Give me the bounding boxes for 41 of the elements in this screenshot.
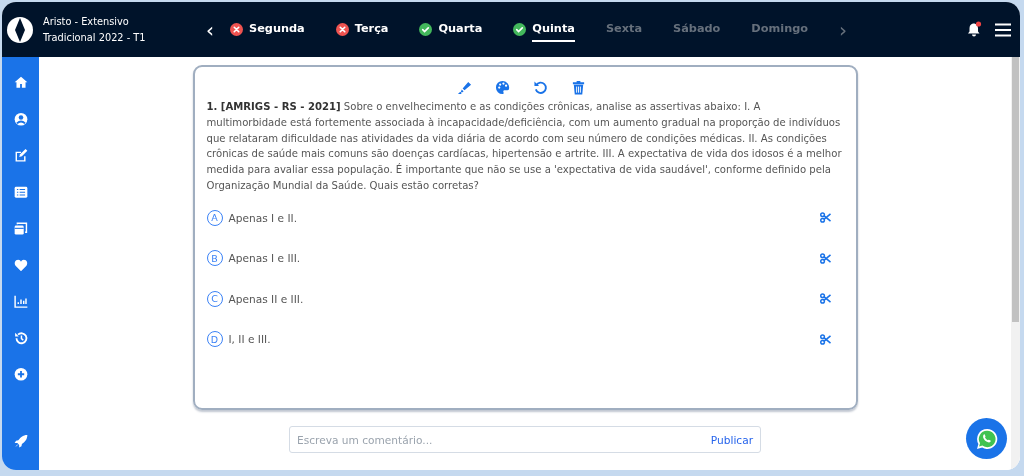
option-text[interactable]: Apenas II e III. (228, 292, 304, 305)
day-tab[interactable]: Quinta (532, 17, 575, 42)
trash-icon[interactable] (570, 80, 586, 95)
course-subtitle: Tradicional 2022 - T1 (43, 30, 147, 45)
highlighter-icon[interactable] (456, 80, 472, 95)
scissors-icon[interactable] (819, 252, 831, 264)
next-button[interactable]: › (839, 19, 854, 40)
scissors-icon[interactable] (819, 293, 831, 305)
menu-icon[interactable] (995, 22, 1011, 37)
scissors-icon[interactable] (819, 333, 831, 345)
rocket-icon[interactable] (12, 433, 29, 448)
logo-icon (6, 15, 34, 44)
bar-chart-icon[interactable] (12, 294, 29, 309)
cards-icon[interactable] (12, 221, 29, 236)
day-tab[interactable]: Terça (354, 17, 389, 42)
whatsapp-button[interactable] (966, 418, 1007, 459)
list-icon[interactable] (12, 184, 29, 199)
scrollbar[interactable] (1011, 57, 1020, 470)
wrong-icon (335, 23, 349, 36)
bell-icon[interactable] (966, 21, 982, 38)
chat-icon (974, 426, 999, 451)
previous-button[interactable]: ‹ (206, 19, 220, 40)
palette-icon[interactable] (494, 80, 510, 95)
option-text[interactable]: Apenas I e II. (228, 211, 298, 224)
comment-field[interactable]: Escreva um comentário... Publicar (289, 426, 761, 453)
plus-icon[interactable] (12, 367, 29, 382)
scissors-icon[interactable] (819, 212, 831, 224)
check-icon (513, 23, 527, 36)
option-text[interactable]: I, II e III. (228, 333, 271, 346)
day-tab[interactable]: Quarta (438, 17, 483, 42)
course-title: Aristo - Extensivo (43, 14, 130, 29)
heart-icon[interactable] (12, 257, 29, 272)
user-icon[interactable] (12, 111, 29, 126)
wrong-icon (230, 23, 243, 36)
history-icon[interactable] (12, 330, 29, 345)
option-text[interactable]: Apenas I e III. (228, 252, 301, 265)
question-text: 1. [AMRIGS - RS - 2021] Sobre o envelhecimento e as condições crônicas, analise as assertivas abaixo: I. A multimorbidade está fortemente associada à incapacidade/deficiência, com um aumento gradual na proporção de indivíduos que relataram dificuldade nas atividades da vida diária de acordo com seu número de condições médicas. II. As condições crônicas de saúde mais comuns são doenças cardíacas, hipertensão e artrite. III. A expectativa de vida dos idosos é a melhor medida para avaliar essa população. É importante que não se use a 'expectativa de vida saudável', conforme definido pela Organização Mundial da Saúde. Quais estão corretas? (206, 100, 843, 193)
undo-icon[interactable] (532, 80, 548, 95)
check-icon (419, 23, 433, 36)
publish-button[interactable]: Publicar (710, 433, 753, 446)
day-tab[interactable]: Segunda (249, 17, 305, 42)
